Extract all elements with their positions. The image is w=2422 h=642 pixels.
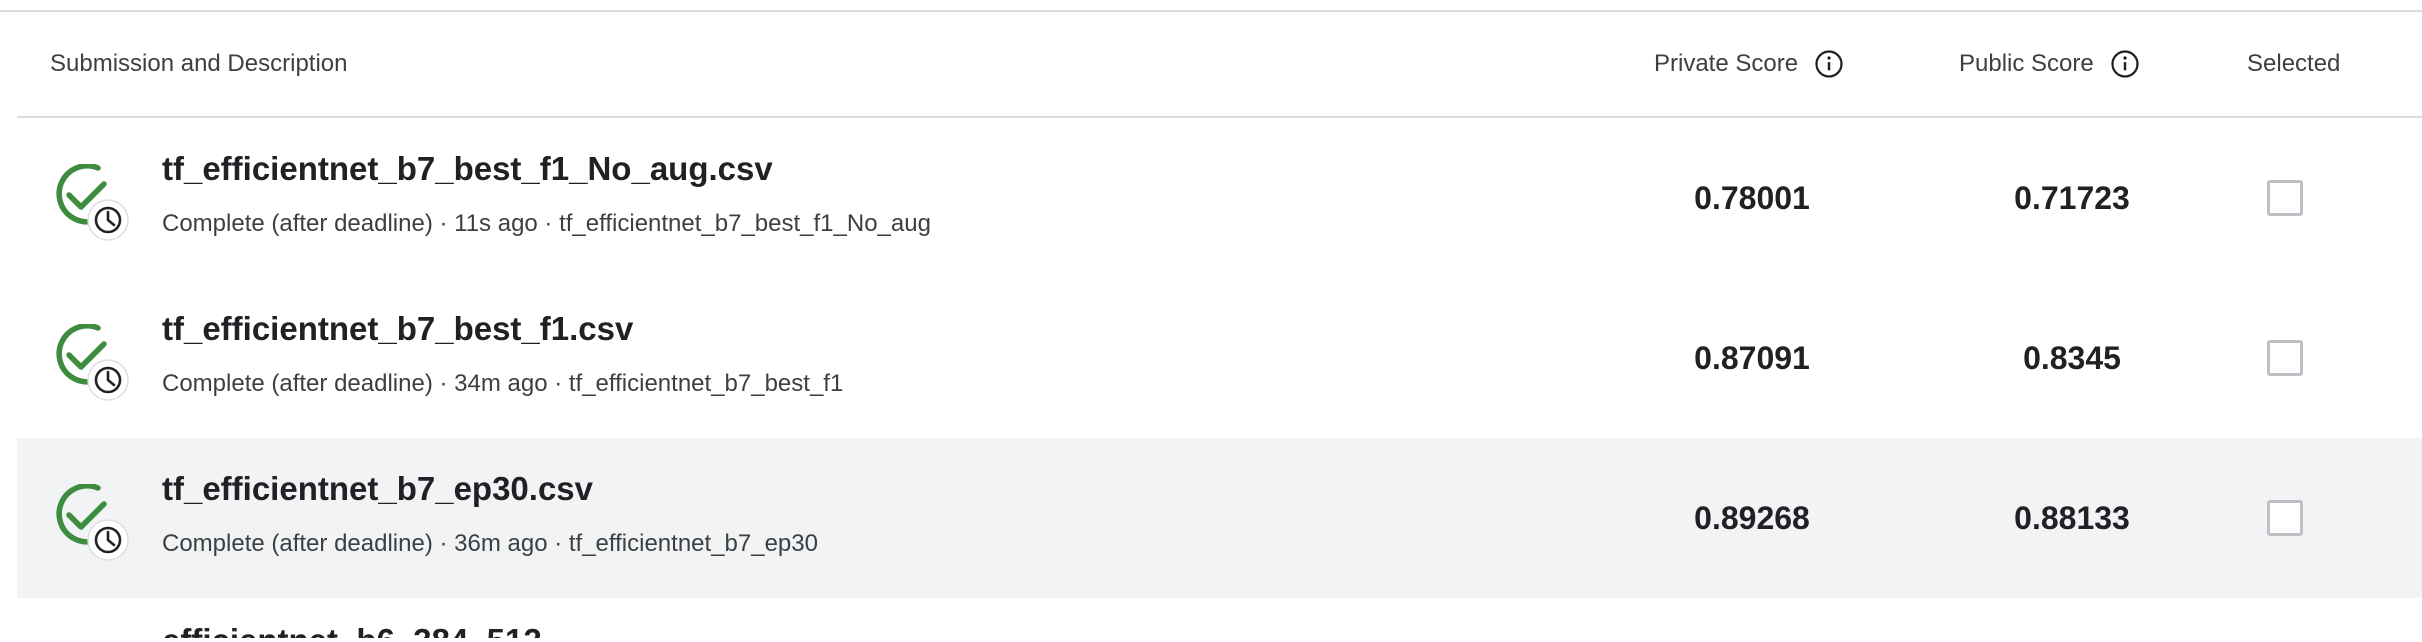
header-public-score: Public Score — [1959, 12, 2140, 116]
selected-checkbox[interactable] — [2267, 340, 2303, 376]
submission-title[interactable]: tf_efficientnet_b7_best_f1_No_aug.csv — [162, 150, 773, 188]
private-score: 0.89268 — [1694, 499, 1810, 536]
private-score: 0.87091 — [1694, 339, 1810, 376]
table-header: Submission and Description Private Score… — [17, 12, 2422, 118]
submission-title[interactable]: tf_efficientnet_b7_ep30.csv — [162, 470, 593, 508]
submission-meta: Complete (after deadline) · 11s ago · tf… — [162, 210, 931, 237]
public-score: 0.71723 — [2014, 179, 2130, 216]
submissions-table: Submission and Description Private Score… — [17, 12, 2422, 638]
selected-checkbox[interactable] — [2267, 500, 2303, 536]
header-private-score: Private Score — [1654, 12, 1844, 116]
submission-meta: Complete (after deadline) · 34m ago · tf… — [162, 370, 844, 397]
submission-meta: Complete (after deadline) · 36m ago · tf… — [162, 530, 818, 557]
submission-title[interactable]: efficientnet_b6_384_512 — [162, 622, 542, 638]
header-private-label: Private Score — [1654, 50, 1799, 77]
table-row[interactable]: tf_efficientnet_b7_ep30.csv Complete (af… — [17, 438, 2422, 598]
table-row-partial[interactable]: efficientnet_b6_384_512 — [17, 598, 2422, 638]
public-score: 0.88133 — [2014, 499, 2130, 536]
header-submission-description: Submission and Description — [50, 12, 347, 116]
header-selected: Selected — [2247, 12, 2340, 116]
header-selected-label: Selected — [2247, 50, 2341, 77]
table-row[interactable]: tf_efficientnet_b7_best_f1.csv Complete … — [17, 278, 2422, 438]
private-score: 0.78001 — [1694, 179, 1810, 216]
selected-checkbox[interactable] — [2267, 180, 2303, 216]
check-clock-icon — [52, 483, 132, 564]
submission-title[interactable]: tf_efficientnet_b7_best_f1.csv — [162, 310, 633, 348]
check-clock-icon — [52, 163, 132, 244]
private-score-info-icon[interactable] — [1814, 49, 1844, 79]
public-score-info-icon[interactable] — [2110, 49, 2140, 79]
header-submission-label: Submission and Description — [50, 50, 348, 77]
check-clock-icon — [52, 323, 132, 404]
table-row[interactable]: tf_efficientnet_b7_best_f1_No_aug.csv Co… — [17, 118, 2422, 278]
header-public-label: Public Score — [1959, 50, 2094, 77]
public-score: 0.8345 — [2023, 339, 2121, 376]
